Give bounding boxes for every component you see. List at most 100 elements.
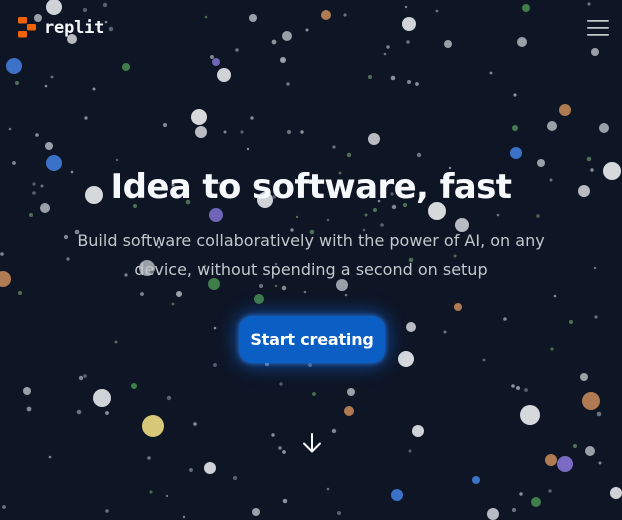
particle-dot: [346, 152, 352, 158]
particle-dot: [282, 498, 288, 504]
particle-dot: [408, 449, 412, 453]
hero-subtitle: Build software collaboratively with the …: [77, 231, 545, 279]
particle-dot: [307, 362, 313, 368]
particle-dot: [390, 75, 396, 81]
particle-dot: [213, 363, 217, 367]
particle-dot: [278, 446, 282, 450]
particle-dot: [580, 373, 588, 381]
particle-dot: [140, 292, 144, 296]
particle-dot: [76, 409, 82, 415]
particle-dot: [416, 152, 422, 158]
particle-dot: [252, 508, 260, 516]
particle-dot: [274, 284, 278, 288]
particle-dot: [240, 130, 244, 134]
particle-dot: [93, 389, 111, 407]
particle-dot: [503, 317, 507, 321]
particle-dot: [131, 383, 137, 389]
particle-dot: [204, 462, 216, 474]
particle-dot: [545, 454, 557, 466]
particle-dot: [217, 68, 231, 82]
particle-dot: [83, 374, 87, 378]
particle-dot: [568, 319, 574, 325]
particle-dot: [105, 411, 109, 415]
particle-dot: [23, 387, 31, 395]
particle-dot: [332, 145, 336, 149]
particle-dot: [398, 351, 414, 367]
particle-dot: [368, 75, 372, 79]
particle-dot: [286, 129, 292, 135]
particle-dot: [331, 428, 337, 434]
particle-dot: [344, 406, 354, 416]
particle-dot: [553, 294, 557, 298]
particle-dot: [519, 492, 523, 496]
hero-title: Idea to software, fast: [110, 167, 512, 207]
site-header: replit: [0, 0, 622, 54]
particle-dot: [489, 71, 493, 75]
particle-dot: [487, 508, 499, 520]
particle-dot: [8, 127, 12, 131]
particle-dot: [412, 425, 424, 437]
logo-text: replit: [44, 17, 105, 38]
particle-dot: [166, 395, 172, 401]
particle-dot: [524, 388, 528, 392]
particle-dot: [254, 294, 264, 304]
particle-dot: [407, 80, 411, 84]
particle-dot: [45, 142, 53, 150]
particle-dot: [454, 303, 462, 311]
particle-dot: [550, 347, 554, 351]
particle-dot: [513, 93, 517, 97]
particle-dot: [26, 406, 32, 412]
particle-dot: [326, 487, 330, 491]
particle-dot: [176, 291, 182, 297]
particle-dot: [44, 84, 48, 88]
particle-dot: [511, 384, 515, 388]
particle-dot: [368, 133, 380, 145]
particle-dot: [281, 285, 287, 291]
particle-dot: [585, 446, 595, 456]
particle-dot: [443, 330, 447, 334]
particle-dot: [610, 487, 622, 499]
replit-logo-icon: [18, 17, 36, 38]
particle-dot: [6, 58, 22, 74]
particle-dot: [548, 489, 552, 493]
particle-dot: [531, 497, 541, 507]
particle-dot: [347, 388, 355, 396]
particle-dot: [312, 392, 316, 396]
particle-dot: [193, 422, 197, 426]
particle-dot: [511, 507, 517, 513]
particle-dot: [48, 455, 52, 459]
particle-dot: [223, 130, 227, 134]
particle-dot: [2, 505, 6, 509]
particle-dot: [300, 130, 304, 134]
particle-dot: [344, 293, 348, 297]
logo-link[interactable]: replit: [18, 17, 104, 38]
particle-dot: [557, 456, 573, 472]
particle-dot: [15, 81, 19, 85]
particle-dot: [280, 57, 286, 63]
particle-dot: [547, 121, 557, 131]
particle-dot: [212, 58, 220, 66]
particle-dot: [171, 302, 175, 306]
particle-dot: [213, 326, 217, 330]
particle-dot: [472, 476, 480, 484]
particle-dot: [250, 116, 254, 120]
particle-dot: [599, 123, 609, 133]
particle-dot: [482, 358, 486, 362]
particle-dot: [512, 125, 518, 131]
particle-dot: [84, 116, 88, 120]
particle-dot: [189, 468, 193, 472]
start-creating-button[interactable]: Start creating: [239, 316, 385, 363]
particle-dot: [232, 475, 238, 481]
particle-dot: [594, 315, 598, 319]
menu-button[interactable]: [585, 17, 611, 39]
particle-dot: [182, 515, 186, 519]
particle-dot: [122, 63, 130, 71]
particle-dot: [142, 415, 164, 437]
particle-dot: [598, 461, 602, 465]
scroll-down-button[interactable]: [300, 431, 324, 455]
replit-landing-page: replit Idea to software, fast Build soft…: [0, 0, 622, 520]
particle-dot: [391, 489, 403, 501]
particle-dot: [596, 411, 602, 417]
particle-dot: [35, 133, 39, 137]
particle-dot: [271, 433, 275, 437]
